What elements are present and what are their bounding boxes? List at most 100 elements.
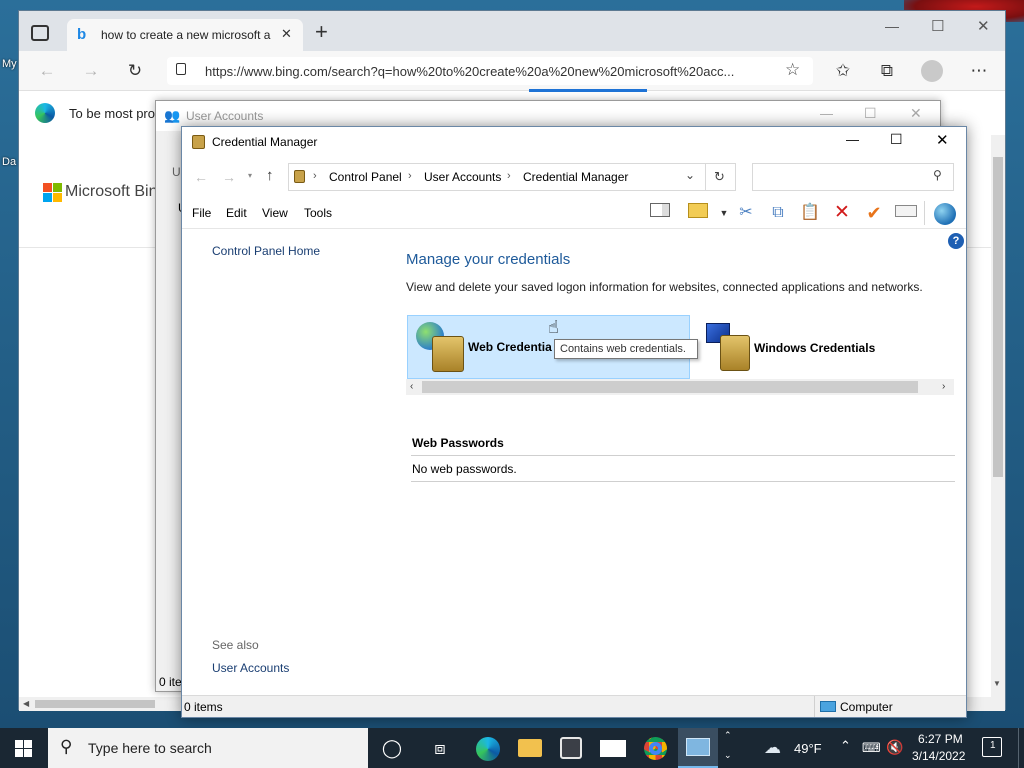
copy-icon[interactable]: ⧉	[766, 203, 790, 223]
rename-icon[interactable]	[894, 203, 918, 223]
user-accounts-icon: 👥	[164, 108, 181, 123]
close-button[interactable]: ✕	[936, 131, 949, 149]
cortana-icon[interactable]: ◯	[372, 734, 412, 762]
window-title: Credential Manager	[212, 135, 318, 149]
maximize-button[interactable]: ☐	[931, 17, 944, 35]
breadcrumb-separator-icon[interactable]: ›	[507, 170, 511, 182]
breadcrumb-control-panel[interactable]: Control Panel	[329, 170, 402, 184]
add-favorite-icon[interactable]: ☆	[785, 60, 800, 80]
minimize-button[interactable]: —	[885, 18, 899, 34]
breadcrumb-user-accounts[interactable]: User Accounts	[424, 170, 501, 184]
taskbar-search-placeholder[interactable]: Type here to search	[88, 740, 212, 756]
scroll-down-arrow-icon[interactable]: ▼	[993, 679, 1001, 688]
search-box[interactable]: ⚲	[752, 163, 954, 191]
taskbar-scroll-down-icon[interactable]: ⌄	[724, 750, 732, 761]
close-button[interactable]: ✕	[910, 105, 922, 122]
show-desktop-button[interactable]	[1018, 728, 1019, 768]
show-hidden-icons-chevron-icon[interactable]: ⌃	[840, 738, 851, 754]
bing-brand[interactable]: Microsoft Bing	[65, 183, 166, 201]
back-arrow-icon[interactable]: ←	[33, 57, 61, 85]
tab-actions-icon[interactable]	[31, 25, 49, 41]
refresh-icon[interactable]: ↻	[121, 57, 149, 85]
preview-pane-icon[interactable]	[648, 203, 672, 223]
breadcrumb-separator-icon[interactable]: ›	[313, 170, 317, 182]
menu-tools[interactable]: Tools	[304, 206, 332, 220]
file-explorer-icon[interactable]	[518, 739, 542, 757]
checkmark-icon[interactable]: ✔	[862, 203, 886, 223]
edge-active-tab[interactable]: b how to create a new microsoft a ✕	[67, 19, 303, 51]
refresh-icon: ↻	[714, 169, 725, 184]
delete-icon[interactable]: ✕	[830, 203, 854, 223]
menu-view[interactable]: View	[262, 206, 288, 220]
back-arrow-icon[interactable]: ←	[194, 169, 208, 185]
taskbar-search-box[interactable]: ⚲ Type here to search	[48, 728, 368, 768]
weather-temperature[interactable]: 49°F	[794, 741, 822, 756]
lock-icon[interactable]	[176, 63, 186, 75]
address-breadcrumb-bar[interactable]: › Control Panel › User Accounts › Creden…	[288, 163, 706, 191]
weather-icon[interactable]: ☁	[764, 738, 781, 758]
desktop-icon-label[interactable]: My	[2, 58, 17, 70]
cut-icon[interactable]: ✂	[734, 203, 758, 223]
store-icon[interactable]	[560, 737, 582, 759]
start-button[interactable]	[15, 740, 32, 757]
scroll-left-arrow-icon[interactable]: ◀	[23, 699, 29, 708]
tiles-horizontal-scrollbar[interactable]: ‹ ›	[406, 379, 954, 395]
forward-arrow-icon[interactable]: →	[77, 57, 105, 85]
status-item-count: 0 items	[184, 700, 223, 714]
minimize-button[interactable]: —	[846, 132, 859, 147]
close-button[interactable]: ✕	[977, 17, 990, 35]
windows-credentials-tile[interactable]: Windows Credentials	[702, 323, 962, 375]
close-tab-icon[interactable]: ✕	[281, 26, 292, 42]
maximize-button[interactable]: ☐	[890, 131, 903, 148]
breadcrumb-separator-icon[interactable]: ›	[408, 170, 412, 182]
control-panel-home-link[interactable]: Control Panel Home	[212, 244, 320, 258]
credential-manager-titlebar: Credential Manager — ☐ ✕	[182, 127, 966, 157]
clock-date[interactable]: 3/14/2022	[912, 749, 965, 763]
maximize-button[interactable]: ☐	[864, 105, 877, 122]
breadcrumb-credential-manager[interactable]: Credential Manager	[523, 170, 628, 184]
network-icon[interactable]: ⌨	[862, 740, 881, 756]
edge-hscroll-thumb[interactable]	[35, 700, 155, 708]
search-input[interactable]	[755, 166, 925, 188]
user-accounts-link[interactable]: User Accounts	[212, 661, 289, 675]
folder-properties-icon[interactable]	[686, 203, 710, 223]
recent-locations-chevron-icon[interactable]: ▾	[248, 171, 252, 180]
user-accounts-title: User Accounts	[186, 109, 264, 123]
globe-icon[interactable]	[934, 203, 956, 225]
new-tab-button[interactable]: +	[315, 21, 328, 43]
credential-manager-taskbar-button[interactable]	[678, 728, 718, 768]
up-arrow-icon[interactable]: ↑	[266, 167, 274, 184]
menu-file[interactable]: File	[192, 206, 211, 220]
chrome-icon[interactable]	[644, 737, 667, 760]
scroll-right-arrow-icon[interactable]: ›	[942, 381, 945, 392]
forward-arrow-icon[interactable]: →	[222, 169, 236, 185]
refresh-button[interactable]: ↻	[706, 163, 736, 191]
address-url[interactable]: https://www.bing.com/search?q=how%20to%2…	[205, 64, 771, 79]
dropdown-chevron-icon[interactable]: ▼	[712, 203, 736, 223]
menu-edit[interactable]: Edit	[226, 206, 247, 220]
search-icon[interactable]: ⚲	[933, 168, 942, 182]
edge-scroll-thumb[interactable]	[993, 157, 1003, 477]
edge-taskbar-icon[interactable]	[476, 737, 500, 761]
address-bar[interactable]: https://www.bing.com/search?q=how%20to%2…	[167, 57, 813, 85]
scroll-left-arrow-icon[interactable]: ‹	[410, 381, 413, 392]
task-view-icon[interactable]: ⧈	[420, 734, 460, 762]
paste-icon[interactable]: 📋	[798, 203, 822, 223]
info-bar-highlight	[529, 89, 647, 92]
desktop-icon-label[interactable]: Da	[2, 156, 16, 168]
taskbar-scroll-up-icon[interactable]: ⌃	[724, 730, 732, 741]
profile-avatar[interactable]	[921, 60, 943, 82]
volume-muted-icon[interactable]: 🔇	[886, 739, 903, 756]
notification-center-icon[interactable]: 1	[982, 737, 1002, 757]
help-icon[interactable]: ?	[948, 233, 964, 249]
collections-icon[interactable]: ⧉	[873, 57, 901, 85]
minimize-button[interactable]: —	[820, 106, 833, 121]
favorites-icon[interactable]: ✩	[829, 57, 857, 85]
more-options-icon[interactable]: ⋯	[965, 57, 993, 85]
address-dropdown-chevron-icon[interactable]: ⌄	[685, 168, 695, 182]
section-divider	[411, 481, 955, 482]
clock-time[interactable]: 6:27 PM	[918, 732, 963, 746]
tiles-scroll-thumb[interactable]	[422, 381, 918, 393]
web-passwords-heading[interactable]: Web Passwords	[412, 436, 504, 450]
mail-icon[interactable]	[600, 740, 626, 757]
